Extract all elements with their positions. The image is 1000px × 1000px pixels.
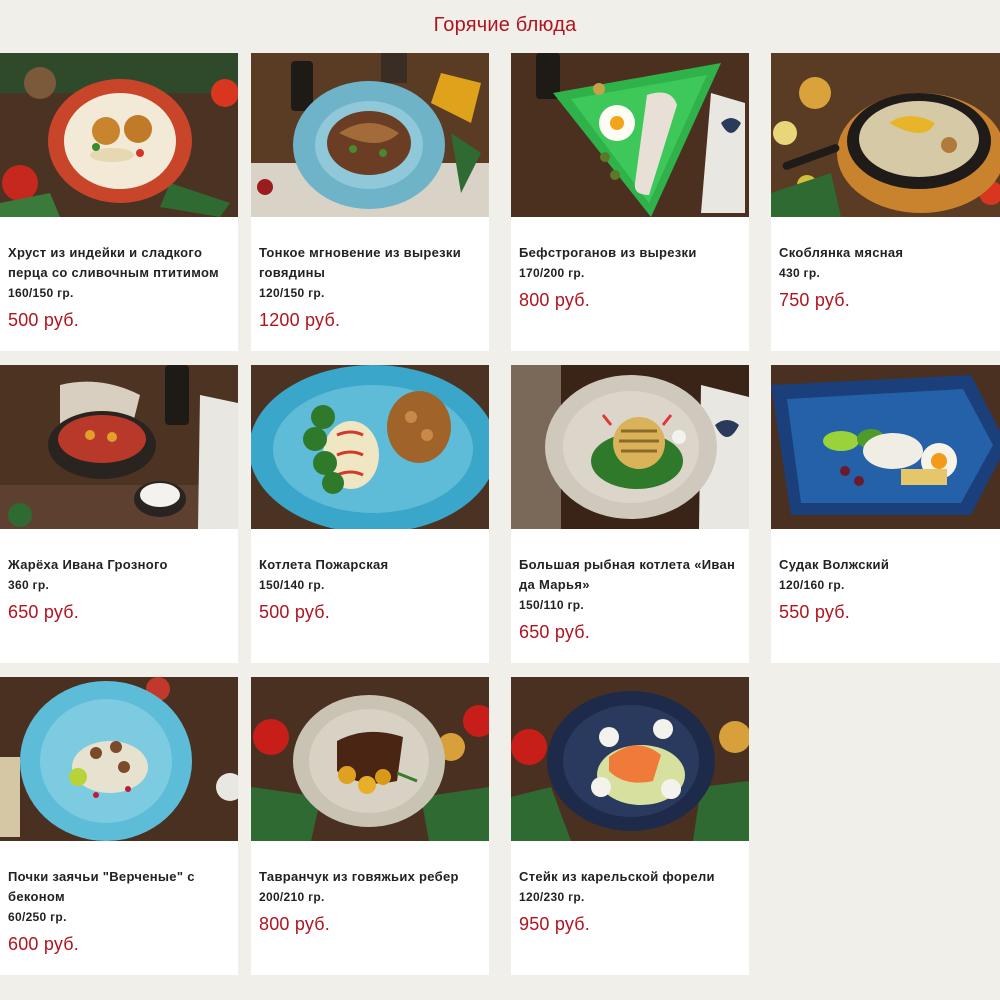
dish-weight: 160/150 гр. xyxy=(8,286,74,300)
dish-card[interactable]: Судак Волжский 120/160 гр. 550 руб. xyxy=(771,365,1000,663)
dish-card[interactable]: Большая рыбная котлета «Иван да Марья» 1… xyxy=(511,365,749,663)
dish-name[interactable]: Большая рыбная котлета «Иван да Марья» xyxy=(519,555,749,595)
dish-price: 750 руб. xyxy=(779,290,850,310)
dish-card[interactable]: Почки заячьи "Верченые" с беконом 60/250… xyxy=(0,677,238,975)
dish-photo-image xyxy=(771,53,1000,217)
dish-photo-image xyxy=(0,53,238,217)
dish-price: 650 руб. xyxy=(8,602,79,622)
dish-card[interactable]: Тавранчук из говяжьих ребер 200/210 гр. … xyxy=(251,677,489,975)
dish-photo[interactable] xyxy=(771,53,1000,217)
dish-weight: 120/230 гр. xyxy=(519,890,585,904)
dish-photo-image xyxy=(511,365,749,529)
dish-photo-image xyxy=(251,53,489,217)
dish-name[interactable]: Бефстроганов из вырезки xyxy=(519,243,749,263)
dish-card[interactable]: Стейк из карельской форели 120/230 гр. 9… xyxy=(511,677,749,975)
dish-photo[interactable] xyxy=(511,365,749,529)
dish-photo-image xyxy=(251,365,489,529)
dish-price: 800 руб. xyxy=(519,290,590,310)
dish-weight: 60/250 гр. xyxy=(8,910,67,924)
dish-photo[interactable] xyxy=(0,365,238,529)
dish-price: 650 руб. xyxy=(519,622,590,642)
dish-weight: 150/110 гр. xyxy=(519,598,585,612)
section-title: Горячие блюда xyxy=(433,14,577,36)
dish-card[interactable]: Хруст из индейки и сладкого перца со сли… xyxy=(0,53,238,351)
dish-name[interactable]: Почки заячьи "Верченые" с беконом xyxy=(8,867,238,907)
dish-price: 950 руб. xyxy=(519,914,590,934)
dish-price: 500 руб. xyxy=(259,602,330,622)
dish-price: 600 руб. xyxy=(8,934,79,954)
dish-card[interactable]: Тонкое мгновение из вырезки говядины 120… xyxy=(251,53,489,351)
dish-card[interactable]: Скоблянка мясная 430 гр. 750 руб. xyxy=(771,53,1000,351)
dish-photo-image xyxy=(0,677,238,841)
dish-photo[interactable] xyxy=(251,677,489,841)
dish-price: 500 руб. xyxy=(8,310,79,330)
dish-name[interactable]: Котлета Пожарская xyxy=(259,555,489,575)
dish-photo[interactable] xyxy=(251,53,489,217)
dish-photo[interactable] xyxy=(251,365,489,529)
dish-card[interactable]: Бефстроганов из вырезки 170/200 гр. 800 … xyxy=(511,53,749,351)
dish-photo-image xyxy=(511,677,749,841)
dish-name[interactable]: Судак Волжский xyxy=(779,555,1000,575)
dish-weight: 120/150 гр. xyxy=(259,286,325,300)
dish-price: 800 руб. xyxy=(259,914,330,934)
dish-photo[interactable] xyxy=(0,53,238,217)
dish-photo[interactable] xyxy=(511,53,749,217)
dish-price: 1200 руб. xyxy=(259,310,341,330)
dish-card[interactable]: Жарёха Ивана Грозного 360 гр. 650 руб. xyxy=(0,365,238,663)
dish-photo[interactable] xyxy=(511,677,749,841)
dish-photo-image xyxy=(0,365,238,529)
dish-photo-image xyxy=(771,365,1000,529)
dish-name[interactable]: Жарёха Ивана Грозного xyxy=(8,555,238,575)
dish-price: 550 руб. xyxy=(779,602,850,622)
dish-name[interactable]: Тонкое мгновение из вырезки говядины xyxy=(259,243,489,283)
dish-photo[interactable] xyxy=(0,677,238,841)
dish-weight: 170/200 гр. xyxy=(519,266,585,280)
dish-photo[interactable] xyxy=(771,365,1000,529)
dish-name[interactable]: Скоблянка мясная xyxy=(779,243,1000,263)
dish-name[interactable]: Хруст из индейки и сладкого перца со сли… xyxy=(8,243,238,283)
dish-name[interactable]: Тавранчук из говяжьих ребер xyxy=(259,867,489,887)
dish-weight: 120/160 гр. xyxy=(779,578,845,592)
dish-weight: 430 гр. xyxy=(779,266,821,280)
dish-name[interactable]: Стейк из карельской форели xyxy=(519,867,749,887)
dish-weight: 360 гр. xyxy=(8,578,50,592)
dish-weight: 200/210 гр. xyxy=(259,890,325,904)
dish-card[interactable]: Котлета Пожарская 150/140 гр. 500 руб. xyxy=(251,365,489,663)
dish-photo-image xyxy=(251,677,489,841)
dish-weight: 150/140 гр. xyxy=(259,578,325,592)
dish-photo-image xyxy=(511,53,749,217)
